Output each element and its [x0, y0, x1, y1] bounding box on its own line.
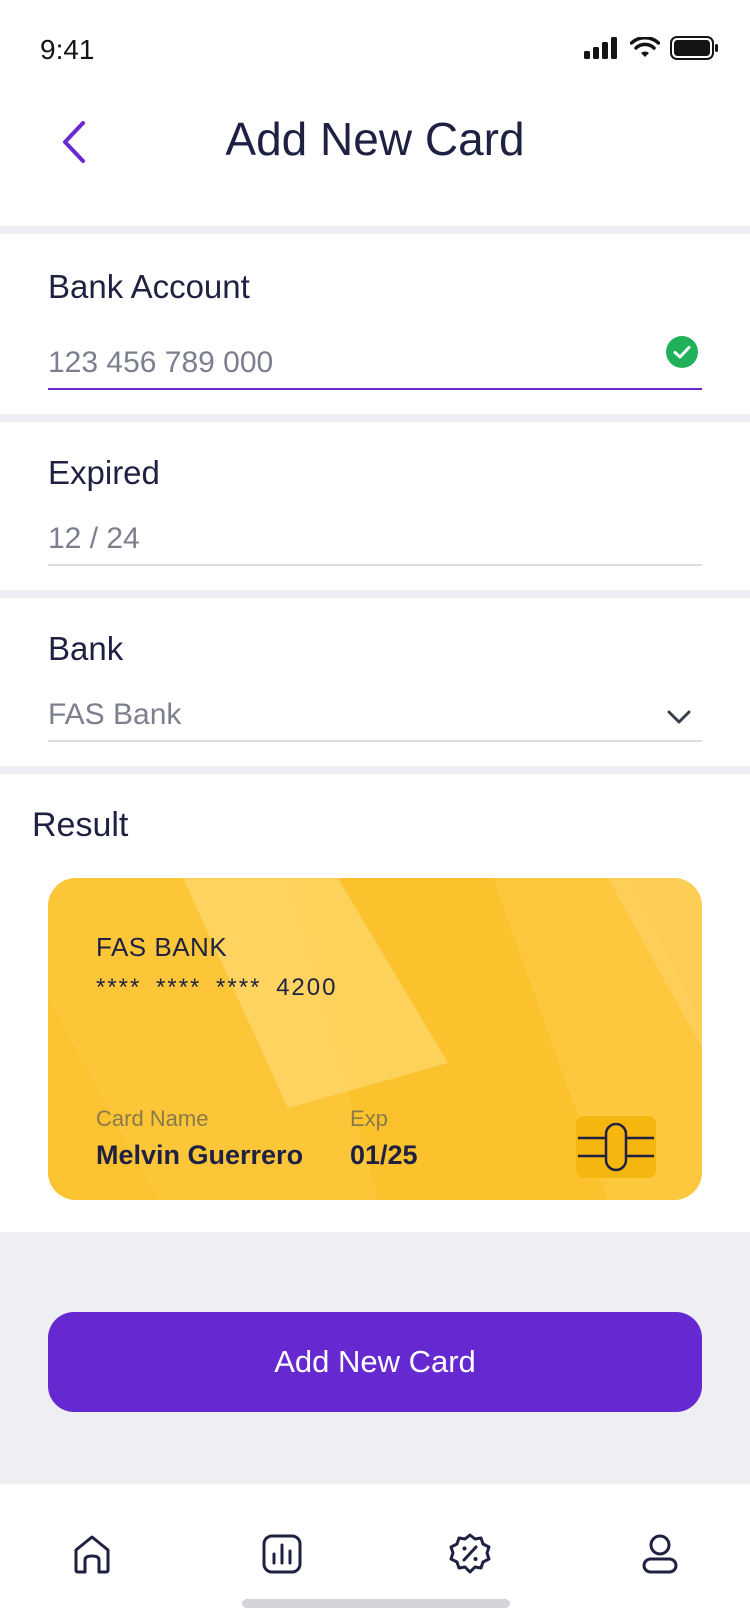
- bank-select[interactable]: FAS Bank: [48, 698, 181, 732]
- page-title: Add New Card: [225, 113, 525, 165]
- signal-icon: [584, 37, 617, 59]
- chevron-down-icon[interactable]: [664, 702, 694, 732]
- bank-account-input[interactable]: 123 456 789 000: [48, 346, 273, 380]
- home-indicator: [242, 1599, 510, 1608]
- status-time: 9:41: [40, 34, 95, 65]
- divider: [0, 766, 750, 774]
- bank-underline: [48, 740, 702, 742]
- check-circle-icon: [666, 336, 698, 368]
- tab-statistics[interactable]: [254, 1526, 310, 1582]
- divider: [0, 590, 750, 598]
- bank-label: Bank: [48, 630, 124, 667]
- bank-account-field: Bank Account 123 456 789 000: [0, 234, 750, 414]
- bank-field: Bank FAS Bank: [0, 598, 750, 766]
- status-icons: [584, 36, 718, 60]
- card-holder-name: Melvin Guerrero: [96, 1140, 304, 1170]
- expired-field: Expired 12 / 24: [0, 422, 750, 590]
- chart-icon: [262, 1534, 302, 1574]
- add-new-card-button[interactable]: Add New Card: [48, 1312, 702, 1412]
- card-name-label: Card Name: [96, 1106, 209, 1131]
- header: Add New Card: [0, 100, 750, 226]
- wifi-icon: [630, 37, 660, 57]
- expired-input[interactable]: 12 / 24: [48, 522, 140, 556]
- card-exp-label: Exp: [350, 1106, 388, 1131]
- profile-icon: [642, 1534, 678, 1574]
- expired-underline: [48, 564, 702, 566]
- card-chip-icon: [576, 1116, 656, 1178]
- divider: [0, 226, 750, 234]
- tab-profile[interactable]: [632, 1526, 688, 1582]
- discount-icon: [449, 1533, 491, 1574]
- expired-label: Expired: [48, 454, 160, 491]
- home-icon: [74, 1535, 110, 1574]
- tab-promo[interactable]: [442, 1526, 498, 1582]
- card-bank-name: FAS BANK: [96, 932, 228, 962]
- tab-home[interactable]: [64, 1526, 120, 1582]
- card-number: **** **** **** 4200: [96, 974, 338, 1001]
- divider: [0, 414, 750, 422]
- card-exp: 01/25: [350, 1140, 418, 1170]
- bank-account-label: Bank Account: [48, 268, 250, 305]
- result-label: Result: [32, 806, 129, 844]
- card-preview: FAS BANK **** **** **** 4200 Card Name M…: [48, 878, 702, 1200]
- cta-area: Add New Card: [0, 1232, 750, 1484]
- status-bar: 9:41: [0, 0, 750, 100]
- battery-icon: [670, 36, 718, 60]
- bank-account-underline: [48, 388, 702, 390]
